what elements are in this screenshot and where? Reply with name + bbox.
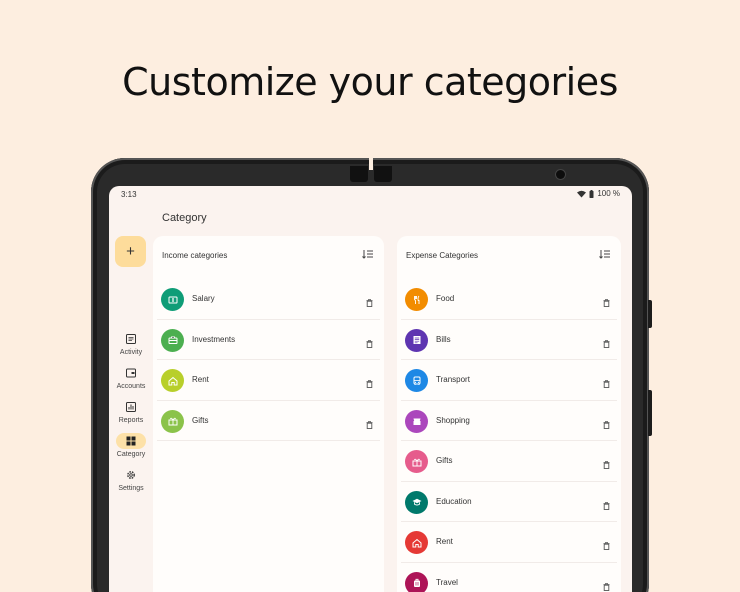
row-divider (157, 440, 380, 441)
camera-icon (556, 170, 565, 179)
category-label: Travel (436, 577, 458, 587)
app-screen: 3:13 100 % Category + Activity Accounts Re… (109, 186, 632, 592)
sort-icon[interactable] (599, 249, 611, 259)
income-list: Salary Investments Rent Gifts (153, 279, 384, 441)
delete-icon[interactable] (603, 335, 610, 353)
category-row[interactable]: Gifts (153, 401, 384, 441)
briefcase-icon (161, 328, 184, 352)
receipt-icon (405, 328, 428, 352)
home-icon (405, 531, 428, 554)
delete-icon[interactable] (366, 294, 373, 312)
page-title: Category (162, 212, 207, 224)
category-row[interactable]: Rent (397, 522, 621, 563)
category-row[interactable]: Travel (397, 563, 621, 592)
money-icon (161, 288, 184, 311)
nav-label: Reports (118, 417, 144, 424)
delete-icon[interactable] (603, 416, 610, 434)
nav-label: Activity (119, 349, 143, 356)
battery-level: 100 % (597, 189, 620, 198)
gift-icon (405, 450, 428, 473)
delete-icon[interactable] (366, 375, 373, 393)
category-row[interactable]: Investments (153, 320, 384, 360)
gift-icon (161, 409, 184, 433)
power-button (648, 390, 652, 436)
category-label: Shopping (436, 415, 470, 425)
category-row[interactable]: Education (397, 482, 621, 522)
category-row[interactable]: Shopping (397, 401, 621, 441)
status-icons: 100 % (577, 189, 620, 198)
add-button[interactable]: + (115, 236, 146, 267)
status-time: 3:13 (121, 190, 137, 199)
delete-icon[interactable] (603, 456, 610, 474)
category-label: Transport (436, 375, 470, 384)
cart-icon (405, 409, 428, 433)
income-title: Income categories (162, 251, 228, 260)
nav-label: Settings (118, 485, 144, 492)
nav-item-accounts[interactable]: Accounts (109, 365, 153, 399)
category-row[interactable]: Rent (153, 360, 384, 401)
navigation-rail: Activity Accounts Reports Category Settings (109, 331, 153, 501)
fork-knife-icon (405, 288, 428, 311)
hinge-notch-right (374, 166, 392, 182)
grid-icon (116, 433, 146, 449)
delete-icon[interactable] (366, 335, 373, 353)
battery-icon (589, 189, 594, 198)
expense-title: Expense Categories (406, 251, 479, 260)
income-panel: Income categories Salary Investments Rent G… (153, 236, 384, 592)
home-icon (161, 369, 184, 392)
nav-label: Accounts (116, 383, 146, 390)
nav-item-category[interactable]: Category (109, 433, 153, 467)
category-label: Salary (192, 294, 215, 303)
luggage-icon (405, 571, 428, 592)
delete-icon[interactable] (603, 294, 610, 312)
category-row[interactable]: Transport (397, 360, 621, 401)
category-label: Education (436, 496, 472, 506)
hinge-notch-left (350, 166, 368, 182)
category-row[interactable]: Bills (397, 320, 621, 360)
delete-icon[interactable] (603, 375, 610, 393)
delete-icon[interactable] (603, 497, 610, 515)
volume-button (648, 300, 652, 328)
bus-icon (405, 369, 428, 392)
wallet-icon (116, 365, 146, 381)
hinge (369, 158, 373, 170)
category-row[interactable]: Food (397, 279, 621, 320)
school-icon (405, 490, 428, 514)
category-label: Rent (192, 375, 209, 384)
expense-panel: Expense Categories Food Bills Transport Sho… (397, 236, 621, 592)
category-row[interactable]: Salary (153, 279, 384, 320)
category-label: Food (436, 294, 455, 303)
category-label: Bills (436, 334, 451, 344)
category-label: Investments (192, 334, 236, 344)
plus-icon: + (126, 243, 135, 260)
category-label: Rent (436, 537, 453, 546)
delete-icon[interactable] (366, 416, 373, 434)
delete-icon[interactable] (603, 537, 610, 555)
sort-icon[interactable] (362, 249, 374, 259)
category-label: Gifts (436, 456, 453, 465)
nav-item-settings[interactable]: Settings (109, 467, 153, 501)
nav-item-reports[interactable]: Reports (109, 399, 153, 433)
headline: Customize your categories (122, 60, 618, 104)
gear-icon (116, 467, 146, 483)
activity-icon (116, 331, 146, 347)
chart-icon (116, 399, 146, 415)
category-row[interactable]: Gifts (397, 441, 621, 482)
status-bar: 3:13 100 % (109, 186, 632, 204)
category-label: Gifts (192, 415, 209, 425)
expense-list: Food Bills Transport Shopping Gifts Education… (397, 279, 621, 592)
wifi-icon (577, 190, 587, 197)
delete-icon[interactable] (603, 578, 610, 592)
nav-item-activity[interactable]: Activity (109, 331, 153, 365)
nav-label: Category (116, 451, 146, 458)
